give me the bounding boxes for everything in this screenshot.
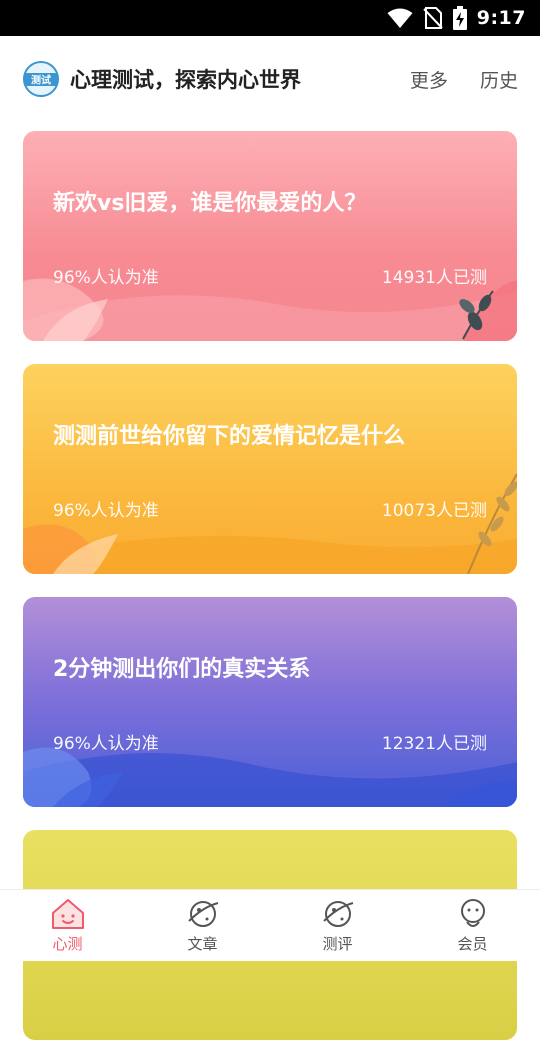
card-decoration xyxy=(23,747,517,807)
card-title: 测测前世给你留下的爱情记忆是什么 xyxy=(53,424,406,449)
tab-label: 文章 xyxy=(187,935,218,953)
clock: 9:17 xyxy=(476,7,526,29)
card-rating: 96%人认为准 xyxy=(53,268,159,288)
wifi-icon xyxy=(387,8,413,28)
no-sim-icon xyxy=(423,7,443,29)
card-count: 10073人已测 xyxy=(381,501,487,521)
tab-label: 会员 xyxy=(457,935,488,953)
tab-label: 心测 xyxy=(52,935,83,953)
tab-member[interactable]: 会员 xyxy=(405,890,540,961)
tab-evaluation[interactable]: 测评 xyxy=(270,890,405,961)
history-link[interactable]: 历史 xyxy=(480,66,518,93)
tab-label: 测评 xyxy=(322,935,353,953)
test-card[interactable]: 2分钟测出你们的真实关系 96%人认为准 12321人已测 xyxy=(23,597,517,807)
card-decoration xyxy=(23,278,517,341)
more-link[interactable]: 更多 xyxy=(410,66,448,93)
planet-icon xyxy=(322,901,353,927)
card-rating: 96%人认为准 xyxy=(53,501,159,521)
person-icon xyxy=(460,899,485,927)
test-logo-icon: 测试 xyxy=(23,61,59,97)
bottom-nav: 心测 文章 测评 会员 xyxy=(0,889,540,961)
tab-xince[interactable]: 心测 xyxy=(0,890,135,961)
test-card[interactable]: 新欢vs旧爱，谁是你最爱的人？ 96%人认为准 14931人已测 xyxy=(23,131,517,341)
tab-articles[interactable]: 文章 xyxy=(135,890,270,961)
house-face-icon xyxy=(51,899,84,929)
svg-text:测试: 测试 xyxy=(31,74,51,87)
page-title: 心理测试，探索内心世界 xyxy=(70,68,301,92)
card-decoration xyxy=(23,473,517,574)
card-count: 12321人已测 xyxy=(381,734,487,754)
planet-icon xyxy=(187,901,218,927)
battery-charging-icon xyxy=(452,6,467,30)
test-card[interactable]: 测测前世给你留下的爱情记忆是什么 96%人认为准 10073人已测 xyxy=(23,364,517,574)
card-title: 2分钟测出你们的真实关系 xyxy=(53,657,311,682)
status-bar: 9:17 xyxy=(0,0,540,36)
card-count: 14931人已测 xyxy=(381,268,487,288)
card-title: 新欢vs旧爱，谁是你最爱的人？ xyxy=(53,191,367,216)
card-rating: 96%人认为准 xyxy=(53,734,159,754)
app-header: 测试 心理测试，探索内心世界 更多 历史 xyxy=(0,36,540,120)
